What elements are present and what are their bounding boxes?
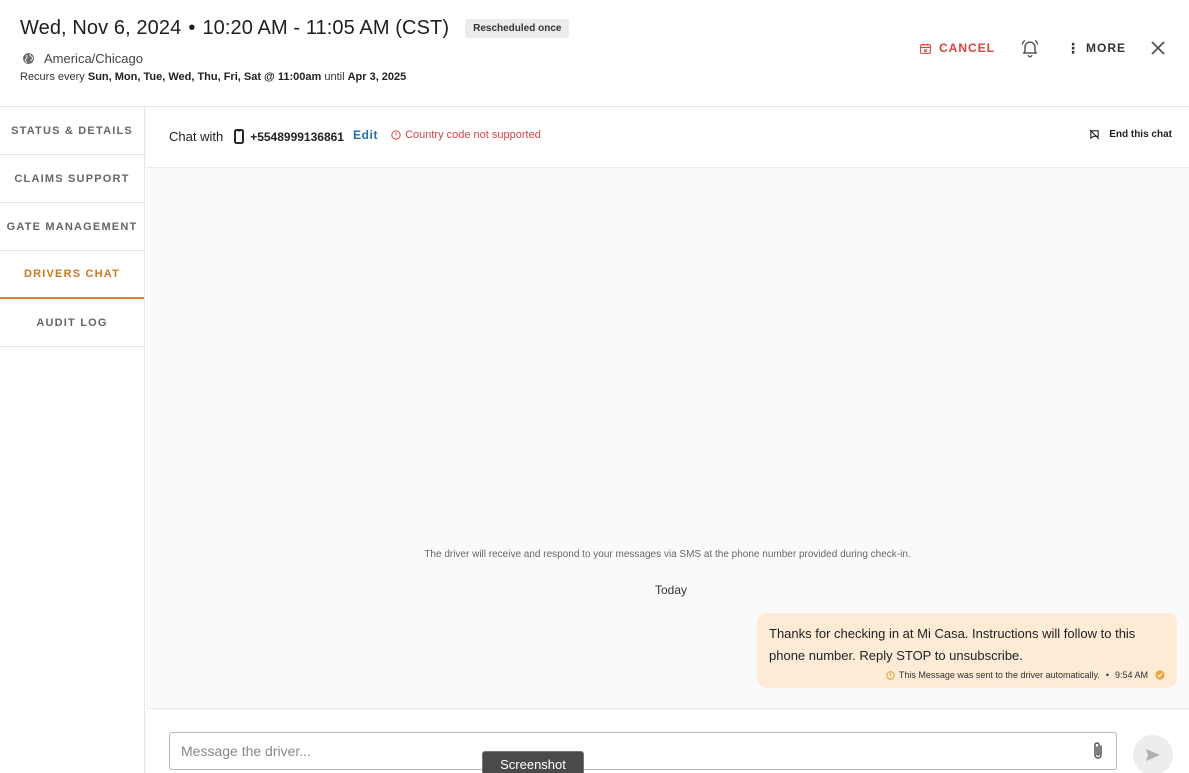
recurrence-row: Recurs every Sun, Mon, Tue, Wed, Thu, Fr… — [20, 71, 406, 83]
sidebar-item-label: AUDIT LOG — [36, 316, 108, 329]
sidebar-item-label: DRIVERS CHAT — [23, 268, 121, 280]
chat-with-label: Chat with — [169, 129, 224, 144]
cancel-button[interactable]: CANCEL — [919, 41, 995, 55]
more-button[interactable]: ⋮ MORE — [1066, 41, 1126, 55]
send-icon — [1146, 749, 1160, 761]
day-divider: Today — [654, 583, 688, 597]
chat-off-icon — [1089, 129, 1100, 140]
sidebar-item-audit-log[interactable]: AUDIT LOG — [0, 299, 144, 347]
chat-header: Chat with +5548999136861 Edit Country co… — [146, 107, 1189, 168]
send-button[interactable] — [1133, 735, 1173, 773]
timezone-label: America/Chicago — [44, 51, 143, 66]
info-circle-icon — [886, 670, 895, 680]
sidebar-nav: STATUS & DETAILS CLAIMS SUPPORT GATE MAN… — [0, 107, 145, 773]
header-actions: CANCEL ⋮ MORE — [919, 38, 1165, 58]
title-row: Wed, Nov 6, 2024 • 10:20 AM - 11:05 AM (CS… — [20, 17, 570, 40]
meta-separator: • — [1105, 670, 1109, 680]
title-separator: • — [188, 17, 196, 39]
warning-circle-icon — [391, 130, 401, 140]
message-text: Thanks for checking in at Mi Casa. Instr… — [769, 626, 1136, 663]
recur-days: Sun, Mon, Tue, Wed, Thu, Fri, Sat @ 11:0… — [87, 71, 322, 83]
end-chat-button[interactable]: End this chat — [1089, 129, 1172, 140]
bell-ring-icon — [1021, 39, 1039, 58]
appointment-time: 10:20 AM - 11:05 AM (CST) — [202, 17, 450, 39]
driver-phone-number: +5548999136861 — [250, 129, 344, 144]
sidebar-item-claims-support[interactable]: CLAIMS SUPPORT — [0, 155, 144, 203]
sidebar-item-label: STATUS & DETAILS — [11, 124, 133, 137]
close-icon — [1151, 41, 1165, 55]
chat-panel: Chat with +5548999136861 Edit Country co… — [146, 107, 1189, 773]
message-meta: This Message was sent to the driver auto… — [886, 670, 1165, 680]
message-composer — [146, 708, 1189, 773]
close-button[interactable] — [1151, 41, 1165, 55]
message-bubble: Thanks for checking in at Mi Casa. Instr… — [757, 613, 1177, 688]
message-input[interactable] — [170, 733, 1091, 769]
screenshot-tab[interactable]: Screenshot — [482, 751, 584, 773]
globe-icon — [23, 53, 34, 64]
paperclip-icon — [1094, 742, 1102, 759]
recur-until-word: until — [324, 71, 345, 83]
sms-info-text: The driver will receive and respond to y… — [424, 549, 911, 560]
recur-until-date: Apr 3, 2025 — [347, 71, 407, 83]
notification-button[interactable] — [1020, 38, 1040, 58]
cancel-label: CANCEL — [939, 41, 995, 55]
auto-sent-note: This Message was sent to the driver auto… — [898, 670, 1100, 680]
status-badge: Rescheduled once — [465, 19, 570, 38]
timezone-row: America/Chicago — [22, 51, 143, 66]
edit-phone-link[interactable]: Edit — [353, 128, 378, 142]
end-chat-label: End this chat — [1109, 129, 1172, 140]
message-timestamp: 9:54 AM — [1114, 670, 1148, 680]
attach-button[interactable] — [1091, 741, 1105, 761]
more-label: MORE — [1086, 41, 1126, 55]
message-input-wrapper — [169, 732, 1117, 770]
delivered-check-icon — [1155, 670, 1165, 680]
sidebar-item-label: GATE MANAGEMENT — [6, 220, 138, 233]
sidebar-item-drivers-chat[interactable]: DRIVERS CHAT — [0, 251, 144, 299]
warning-text: Country code not supported — [405, 129, 541, 141]
page-title: Wed, Nov 6, 2024 • 10:20 AM - 11:05 AM (CS… — [20, 17, 449, 40]
country-code-warning: Country code not supported — [391, 129, 541, 141]
sidebar-item-label: CLAIMS SUPPORT — [14, 172, 130, 185]
calendar-cancel-icon — [920, 43, 931, 54]
sidebar-item-status-details[interactable]: STATUS & DETAILS — [0, 107, 144, 155]
recur-prefix: Recurs every — [20, 71, 85, 83]
mobile-phone-icon — [234, 129, 245, 144]
appointment-header: Wed, Nov 6, 2024 • 10:20 AM - 11:05 AM (CS… — [0, 0, 1189, 107]
appointment-date: Wed, Nov 6, 2024 — [20, 17, 182, 39]
chat-recipient: Chat with +5548999136861 Edit Country co… — [169, 128, 541, 144]
sidebar-item-gate-management[interactable]: GATE MANAGEMENT — [0, 203, 144, 251]
kebab-icon: ⋮ — [1066, 40, 1081, 56]
